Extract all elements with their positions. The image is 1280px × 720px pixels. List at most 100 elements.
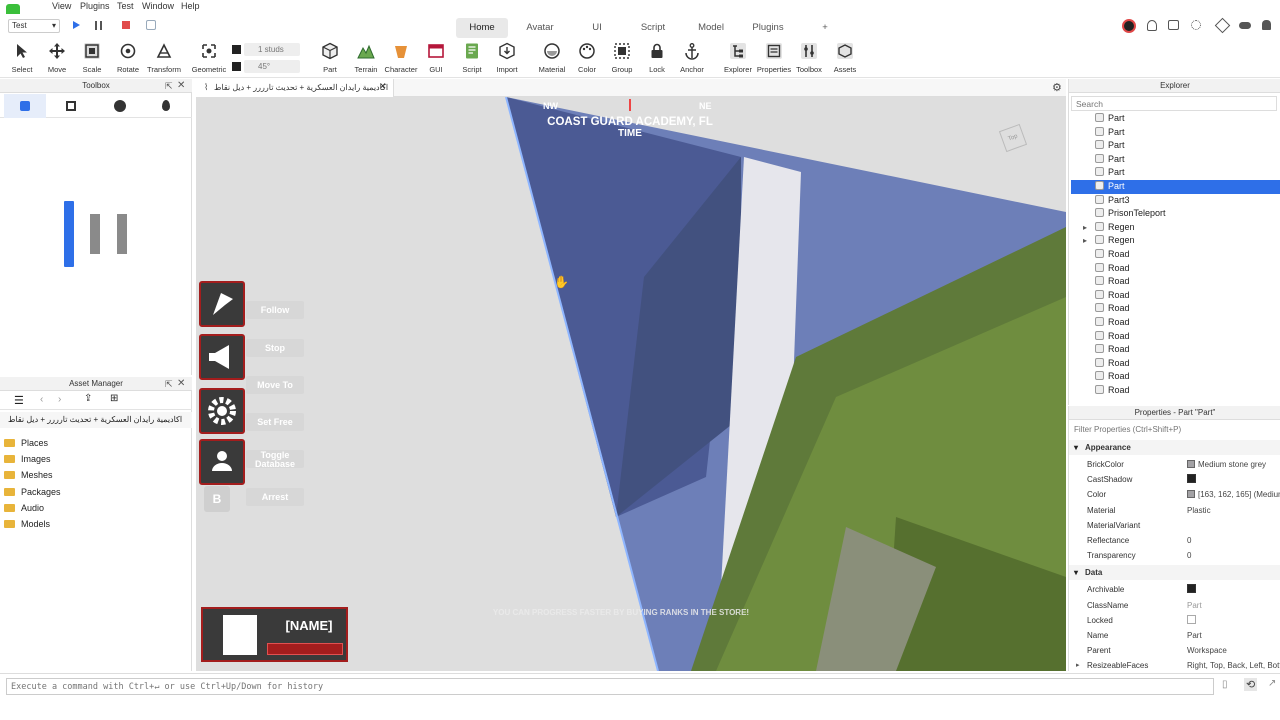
material-tool-button[interactable]: Material [532, 42, 572, 74]
import-tool-button[interactable]: Import [487, 42, 527, 74]
property-row[interactable]: Material Plastic [1069, 503, 1280, 518]
popout-icon[interactable]: ⇱ [165, 81, 173, 92]
cloud-icon[interactable] [1239, 22, 1251, 29]
add-tab-button[interactable]: + [818, 18, 832, 38]
add-friend-icon[interactable] [1147, 20, 1157, 31]
rotate-tool-button[interactable]: Rotate [108, 42, 148, 74]
gear-settings-icon[interactable] [199, 388, 245, 434]
property-value[interactable]: Workspace [1187, 643, 1280, 658]
property-row[interactable]: MaterialVariant [1069, 518, 1280, 533]
set-free-button[interactable]: Set Free [246, 413, 304, 431]
explorer-row[interactable]: Part3 [1071, 194, 1280, 208]
play-icon[interactable] [73, 21, 80, 29]
explorer-row[interactable]: Road [1071, 343, 1280, 357]
history-icon[interactable]: ⟲ [1244, 678, 1258, 691]
property-checkbox[interactable] [1187, 584, 1196, 594]
forward-icon[interactable]: › [58, 394, 61, 405]
close-tab-icon[interactable]: ✕ [379, 81, 387, 92]
anchor-tool-button[interactable]: Anchor [672, 42, 712, 74]
menu-plugins[interactable]: Plugins [80, 1, 110, 11]
stop-icon[interactable] [122, 21, 130, 29]
explorer-row[interactable]: Road [1071, 357, 1280, 371]
property-value[interactable]: 0 [1187, 533, 1280, 548]
follow-button[interactable]: Follow [246, 301, 304, 319]
property-value[interactable] [1187, 582, 1280, 597]
explorer-row[interactable]: Road [1071, 248, 1280, 262]
share-icon[interactable] [1191, 20, 1201, 30]
asset-folder-meshes[interactable]: Meshes [4, 468, 53, 482]
tab-model[interactable]: Model [690, 18, 732, 38]
explorer-row[interactable]: Road [1071, 262, 1280, 276]
script-tool-button[interactable]: Script [452, 42, 492, 74]
property-value[interactable]: 0 [1187, 548, 1280, 563]
property-value[interactable]: Right, Top, Back, Left, Bottom [1187, 658, 1280, 671]
tab-script[interactable]: Script [632, 18, 674, 38]
follow-flag-icon[interactable] [199, 281, 245, 327]
explorer-row[interactable]: ▸ Regen [1071, 234, 1280, 248]
explorer-row[interactable]: Road [1071, 302, 1280, 316]
explorer-row[interactable]: Road [1071, 289, 1280, 303]
megaphone-icon[interactable] [199, 334, 245, 380]
property-row[interactable]: CastShadow [1069, 472, 1280, 487]
people-group-icon[interactable] [199, 439, 245, 485]
explorer-row[interactable]: Part [1071, 153, 1280, 167]
transform-tool-button[interactable]: Transform [144, 42, 184, 74]
chat-icon[interactable] [1168, 20, 1179, 30]
toggle-database-button[interactable]: Toggle Database [246, 450, 304, 469]
menu-test[interactable]: Test [117, 1, 134, 11]
popout-icon[interactable]: ⇱ [165, 379, 173, 390]
property-value[interactable]: Part [1187, 598, 1280, 613]
explorer-row[interactable]: Road [1071, 275, 1280, 289]
menu-window[interactable]: Window [142, 1, 174, 11]
part-tool-button[interactable]: Part [310, 42, 350, 74]
property-section-header[interactable]: ▾ Data [1069, 565, 1280, 581]
back-icon[interactable]: ‹ [40, 394, 43, 405]
asset-folder-images[interactable]: Images [4, 452, 51, 466]
tab-avatar[interactable]: Avatar [516, 18, 564, 38]
notifications-icon[interactable] [1262, 20, 1271, 30]
gear-icon[interactable]: ⚙ [1052, 81, 1062, 94]
explorer-row[interactable]: Part [1071, 126, 1280, 140]
property-value[interactable] [1187, 472, 1280, 487]
stop-button[interactable]: Stop [246, 339, 304, 357]
property-value[interactable]: Part [1187, 628, 1280, 643]
explorer-row[interactable]: Part [1071, 166, 1280, 180]
character-tool-button[interactable]: Character [381, 42, 421, 74]
assets-toggle-button[interactable]: Assets [825, 42, 865, 74]
terrain-tool-button[interactable]: Terrain [346, 42, 386, 74]
avatar[interactable] [1122, 19, 1136, 33]
test-mode-dropdown[interactable]: Test ▾ [8, 19, 60, 33]
3d-viewport[interactable]: NW NE COAST GUARD ACADEMY, FL TIME Top ✋… [196, 97, 1066, 671]
tab-ui[interactable]: UI [582, 18, 612, 38]
explorer-row[interactable]: Road [1071, 384, 1280, 398]
upload-icon[interactable]: ⇪ [84, 393, 92, 404]
explorer-row[interactable]: ▸ Regen [1071, 221, 1280, 235]
property-row[interactable]: Reflectance 0 [1069, 533, 1280, 548]
collaborate-icon[interactable] [1214, 17, 1231, 34]
lock-tool-button[interactable]: Lock [637, 42, 677, 74]
explorer-row[interactable]: Road [1071, 330, 1280, 344]
asset-folder-places[interactable]: Places [4, 436, 48, 450]
move-to-button[interactable]: Move To [246, 376, 304, 394]
property-row[interactable]: Archivable [1069, 582, 1280, 597]
move-tool-button[interactable]: Move [37, 42, 77, 74]
property-row[interactable]: Color [163, 162, 165] (Medium [1069, 487, 1280, 502]
grid-icon[interactable] [66, 101, 76, 111]
property-value[interactable] [1187, 613, 1280, 628]
command-input[interactable] [6, 678, 1214, 695]
select-tool-button[interactable]: Select [2, 42, 42, 74]
menu-view[interactable]: View [52, 1, 71, 11]
pause-icon[interactable] [95, 21, 102, 30]
snap-studs-checkbox[interactable] [232, 45, 241, 54]
menu-help[interactable]: Help [181, 1, 200, 11]
scale-tool-button[interactable]: Scale [72, 42, 112, 74]
snap-angle-checkbox[interactable] [232, 62, 241, 71]
document-tab[interactable]: اكاديمية رايدان العسكرية + تحديث تارررر … [196, 79, 394, 97]
property-row[interactable]: Parent Workspace [1069, 643, 1280, 658]
property-row[interactable]: Transparency 0 [1069, 548, 1280, 563]
expand-arrow-icon[interactable]: ▸ [1083, 221, 1087, 235]
collapse-arrow-icon[interactable]: ▾ [1074, 565, 1078, 580]
properties-toggle-button[interactable]: Properties [754, 42, 794, 74]
property-value[interactable]: Plastic [1187, 503, 1280, 518]
property-checkbox[interactable] [1187, 614, 1196, 624]
